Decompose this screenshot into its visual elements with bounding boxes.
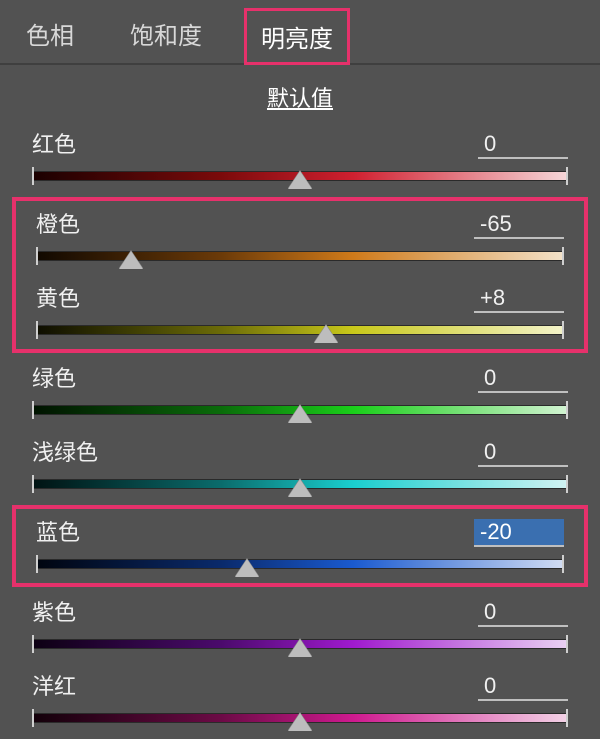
slider-purple: 紫色 0 <box>6 589 594 663</box>
slider-value-red[interactable]: 0 <box>478 131 568 159</box>
slider-label: 紫色 <box>32 595 76 627</box>
slider-value-green[interactable]: 0 <box>478 365 568 393</box>
slider-track-green[interactable] <box>32 399 568 429</box>
slider-value-blue[interactable]: -20 <box>474 519 564 547</box>
slider-thumb-orange[interactable] <box>119 251 143 269</box>
slider-aqua: 浅绿色 0 <box>6 429 594 503</box>
default-link[interactable]: 默认值 <box>0 65 600 121</box>
slider-label: 蓝色 <box>36 515 80 547</box>
slider-label: 绿色 <box>32 361 76 393</box>
sliders-panel: 红色 0 橙色 -65 黄色 +8 <box>0 121 600 737</box>
slider-yellow: 黄色 +8 <box>16 275 584 349</box>
slider-value-purple[interactable]: 0 <box>478 599 568 627</box>
slider-track-magenta[interactable] <box>32 707 568 737</box>
slider-track-blue[interactable] <box>36 553 564 583</box>
slider-magenta: 洋红 0 <box>6 663 594 737</box>
slider-label: 红色 <box>32 127 76 159</box>
slider-value-magenta[interactable]: 0 <box>478 673 568 701</box>
slider-thumb-aqua[interactable] <box>288 479 312 497</box>
slider-label: 黄色 <box>36 281 80 313</box>
slider-value-yellow[interactable]: +8 <box>474 285 564 313</box>
slider-track-aqua[interactable] <box>32 473 568 503</box>
slider-value-orange[interactable]: -65 <box>474 211 564 239</box>
slider-value-aqua[interactable]: 0 <box>478 439 568 467</box>
slider-thumb-red[interactable] <box>288 171 312 189</box>
slider-track-orange[interactable] <box>36 245 564 275</box>
highlight-blue: 蓝色 -20 <box>12 505 588 587</box>
slider-label: 洋红 <box>32 669 76 701</box>
slider-blue: 蓝色 -20 <box>16 509 584 583</box>
highlight-orange-yellow: 橙色 -65 黄色 +8 <box>12 197 588 353</box>
tab-luminance[interactable]: 明亮度 <box>244 8 350 65</box>
slider-track-purple[interactable] <box>32 633 568 663</box>
slider-thumb-blue[interactable] <box>235 559 259 577</box>
slider-label: 浅绿色 <box>32 435 98 467</box>
slider-thumb-magenta[interactable] <box>288 713 312 731</box>
slider-orange: 橙色 -65 <box>16 201 584 275</box>
slider-red: 红色 0 <box>6 121 594 195</box>
slider-thumb-yellow[interactable] <box>314 325 338 343</box>
slider-thumb-purple[interactable] <box>288 639 312 657</box>
tab-hue[interactable]: 色相 <box>12 8 88 63</box>
slider-thumb-green[interactable] <box>288 405 312 423</box>
slider-green: 绿色 0 <box>6 355 594 429</box>
slider-label: 橙色 <box>36 207 80 239</box>
tab-saturation[interactable]: 饱和度 <box>116 8 216 63</box>
slider-track-red[interactable] <box>32 165 568 195</box>
tabs-bar: 色相 饱和度 明亮度 <box>0 0 600 65</box>
slider-track-yellow[interactable] <box>36 319 564 349</box>
